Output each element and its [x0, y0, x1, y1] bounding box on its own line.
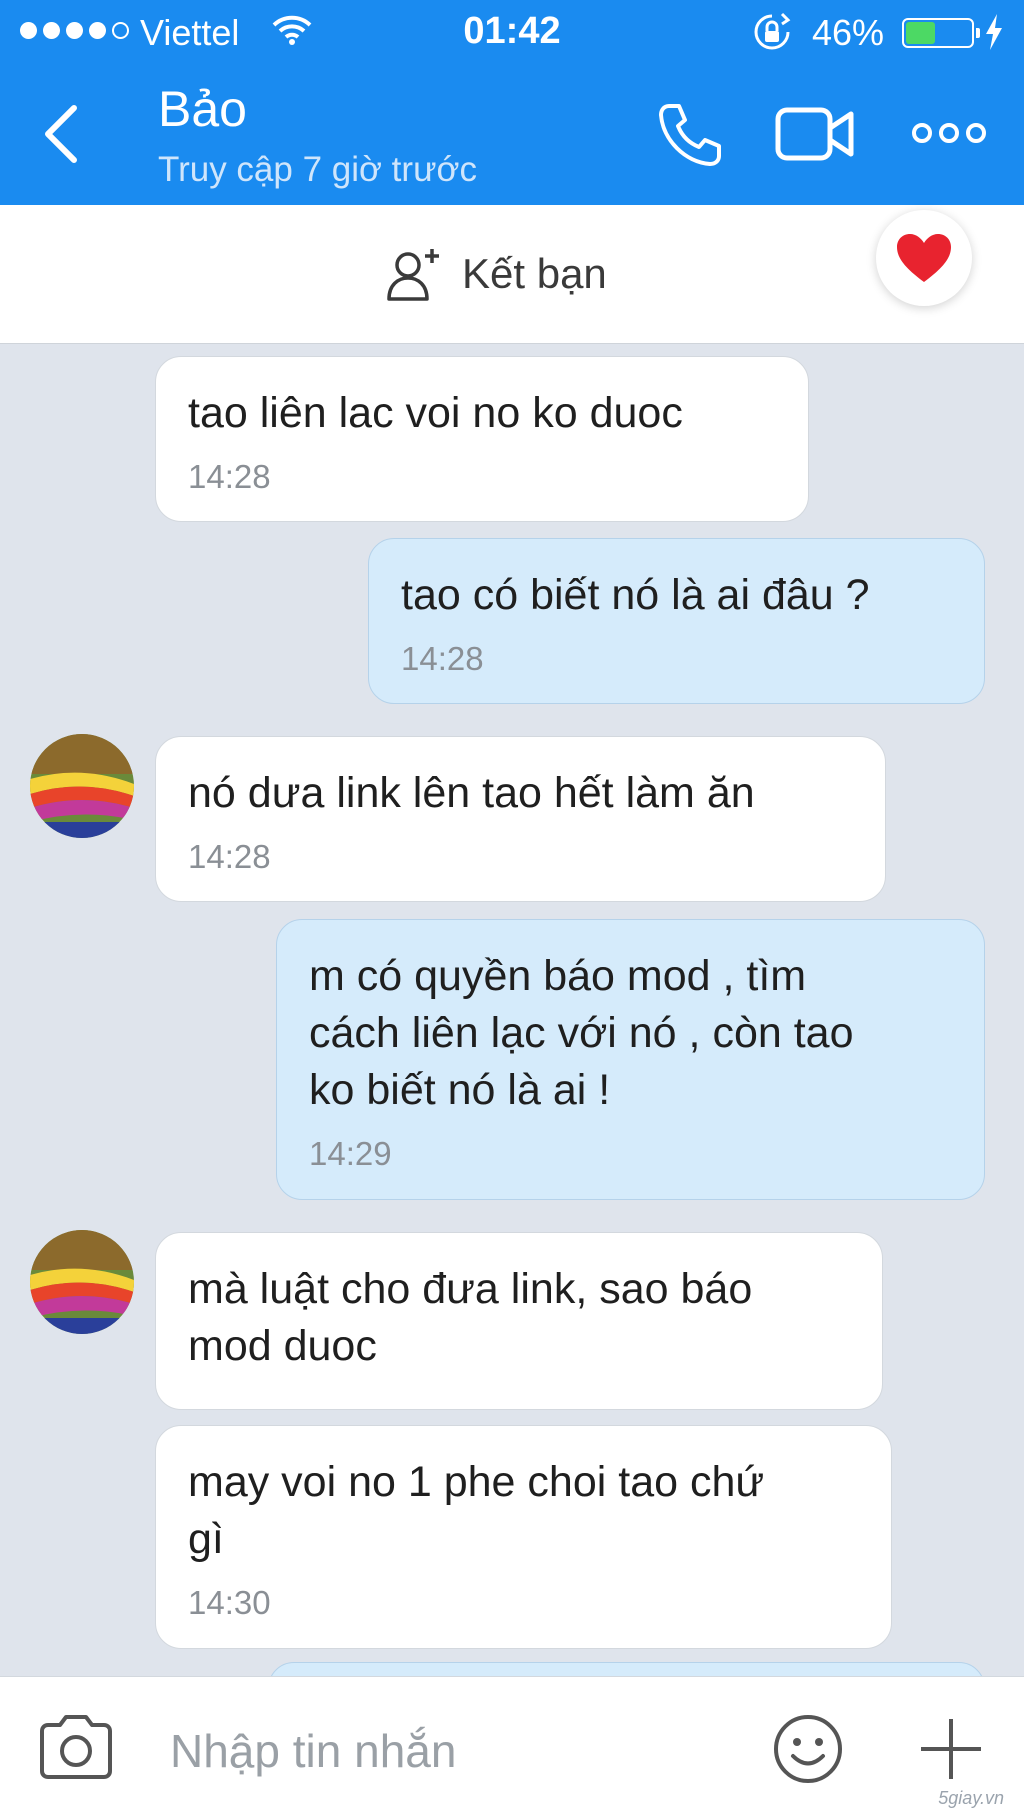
- camera-icon: [40, 1715, 112, 1779]
- contact-avatar[interactable]: [30, 734, 134, 838]
- message-time: 14:28: [188, 838, 271, 875]
- message-text: may voi no 1 phe choi tao chứ gì: [188, 1458, 765, 1563]
- battery-cap: [976, 28, 980, 38]
- message-time: 14:28: [188, 458, 271, 495]
- message-text: tao liên lac voi no ko duoc: [188, 389, 683, 437]
- contact-avatar[interactable]: [30, 1230, 134, 1334]
- video-call-button[interactable]: [775, 104, 855, 164]
- voice-call-button[interactable]: [655, 100, 725, 170]
- battery-fill: [906, 22, 935, 44]
- emoji-button[interactable]: [772, 1713, 844, 1785]
- add-user-icon: [387, 249, 439, 301]
- message-input[interactable]: [168, 1715, 732, 1787]
- contact-name[interactable]: Bảo: [158, 80, 247, 138]
- message-time: 14:29: [309, 1135, 392, 1172]
- message-text: tao có biết nó là ai đâu ?: [401, 571, 870, 619]
- camera-button[interactable]: [36, 1707, 116, 1787]
- message-text: nó dưa link lên tao hết làm ăn: [188, 769, 755, 817]
- like-heart-button[interactable]: [876, 210, 972, 306]
- add-friend-bar: Kết bạn: [0, 205, 1024, 344]
- more-options-button[interactable]: [912, 118, 987, 148]
- chat-header: Viettel 01:42 46% Bảo Truy cập 7 giờ trư…: [0, 0, 1024, 205]
- battery-icon: [902, 18, 974, 48]
- message-composer: [0, 1676, 1024, 1818]
- last-seen-status: Truy cập 7 giờ trước: [158, 150, 477, 189]
- watermark-logo: 5giay.vn: [938, 1788, 1004, 1808]
- video-camera-icon: [775, 107, 854, 161]
- status-bar: Viettel 01:42 46%: [0, 0, 1024, 64]
- charging-bolt-icon: [984, 14, 1004, 55]
- smiley-icon: [774, 1715, 842, 1783]
- message-bubble-incoming[interactable]: mà luật cho đưa link, sao báo mod duoc: [155, 1232, 883, 1410]
- message-bubble-incoming[interactable]: tao liên lac voi no ko duoc 14:28: [155, 356, 809, 522]
- message-text: mà luật cho đưa link, sao báo mod duoc: [188, 1265, 753, 1370]
- attach-plus-button[interactable]: [915, 1713, 987, 1785]
- add-friend-button[interactable]: Kết bạn: [386, 245, 607, 303]
- chevron-left-icon: [45, 105, 77, 163]
- message-bubble-outgoing[interactable]: tao có biết nó là ai đâu ? 14:28: [368, 538, 985, 704]
- message-time: 14:28: [401, 640, 484, 677]
- message-time: 14:30: [188, 1584, 271, 1621]
- battery-percent: 46%: [812, 12, 885, 53]
- message-bubble-outgoing[interactable]: m có quyền báo mod , tìm cách liên lạc v…: [276, 919, 985, 1200]
- heart-icon: [897, 234, 951, 282]
- add-friend-label: Kết bạn: [462, 250, 607, 297]
- rotation-lock-icon: [752, 12, 792, 57]
- phone-icon: [659, 104, 721, 166]
- plus-icon: [921, 1719, 981, 1779]
- message-bubble-incoming[interactable]: nó dưa link lên tao hết làm ăn 14:28: [155, 736, 886, 902]
- message-text: m có quyền báo mod , tìm cách liên lạc v…: [309, 952, 854, 1114]
- more-dots-icon: [912, 123, 986, 143]
- message-bubble-incoming[interactable]: may voi no 1 phe choi tao chứ gì 14:30: [155, 1425, 892, 1649]
- back-button[interactable]: [38, 100, 88, 170]
